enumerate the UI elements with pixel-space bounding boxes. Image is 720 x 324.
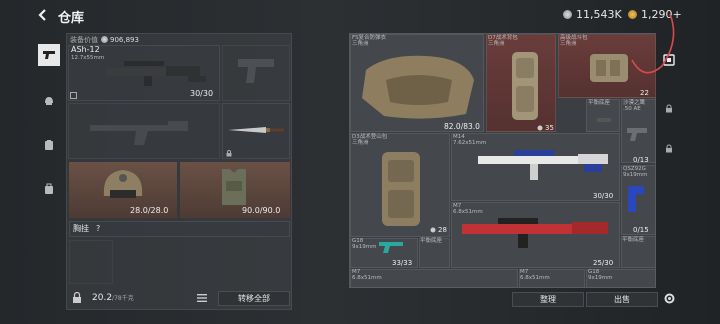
rifle-m7-icon — [462, 218, 608, 248]
pistol-icon — [627, 128, 647, 141]
chest-rig-help-icon[interactable]: ? — [96, 225, 100, 233]
item-grade: 三角洲 — [488, 41, 505, 47]
item-caliber: .50 AE — [623, 106, 641, 112]
lock-icon — [226, 150, 232, 157]
lock-icon — [73, 292, 81, 303]
page-title: 仓库 — [58, 11, 85, 26]
chest-rig-slot[interactable] — [69, 221, 290, 237]
loadout-value-label: 装备价值 — [70, 36, 98, 44]
backpack-icon — [512, 52, 538, 120]
back-arrow-icon[interactable] — [36, 8, 50, 22]
rifle-m14-icon — [478, 150, 608, 180]
weight-icon — [537, 125, 543, 131]
item-caliber: 6.8x51mm — [520, 275, 550, 281]
list-view-icon[interactable] — [197, 294, 207, 302]
helmet-durability: 28.0/28.0 — [130, 206, 169, 215]
item-count: 35 — [545, 124, 554, 132]
item-count: 0/15 — [633, 226, 649, 234]
item-count: 22 — [640, 89, 649, 97]
tab-weapons[interactable] — [38, 44, 60, 66]
item-caliber: 9x19mm — [623, 172, 648, 178]
annotation-circle — [631, 13, 675, 74]
tab-armor[interactable] — [38, 134, 60, 156]
pistol-placeholder-icon — [238, 59, 274, 83]
body-armor-icon — [222, 169, 246, 205]
combat-armor-icon — [362, 55, 474, 119]
sort-button[interactable]: 整理 — [512, 292, 584, 307]
pistol-icon — [379, 242, 403, 253]
item-grade: 三角洲 — [352, 41, 369, 47]
transfer-all-button[interactable]: 转移全部 — [218, 291, 290, 306]
loadout-value: 906,893 — [110, 36, 139, 44]
silver-coin-icon — [563, 10, 572, 19]
knife-icon — [228, 127, 284, 133]
primary-weapon-name: ASh-12 — [71, 45, 100, 54]
item-count: 28 — [438, 226, 447, 234]
helmet-icon — [103, 170, 143, 198]
item-name: 平衡底座 — [420, 238, 443, 244]
silver-currency: 11,543K — [563, 8, 622, 21]
item-ammo: 30/30 — [593, 192, 614, 200]
vest-icon — [45, 140, 53, 150]
item-name: 平衡底座 — [588, 100, 611, 106]
primary-weapon-ammo: 30/30 — [190, 89, 214, 98]
lock-icon — [666, 104, 672, 113]
helmet-icon — [45, 97, 53, 105]
item-grade: 三角洲 — [560, 41, 577, 47]
attachment-icon — [70, 92, 77, 99]
rifle-ash12-icon — [106, 61, 206, 86]
mount-icon — [597, 118, 611, 122]
armor-durability: 90.0/90.0 — [242, 206, 281, 215]
item-count: 0/13 — [633, 156, 649, 164]
pistol-icon — [628, 186, 644, 212]
item-name: 平衡底座 — [622, 237, 645, 243]
lock-icon — [666, 144, 672, 153]
primary-weapon-caliber: 12.7x55mm — [71, 55, 105, 61]
tab-helmet[interactable] — [38, 90, 60, 112]
item-caliber: 6.8x51mm — [352, 275, 382, 281]
pouch-slot[interactable] — [69, 240, 113, 284]
bag-icon — [45, 183, 53, 194]
item-caliber: 9x19mm — [588, 275, 613, 281]
weight-readout: 20.2/78千克 — [92, 293, 134, 303]
item-caliber: 9x19mm — [352, 244, 377, 250]
backpack-icon — [382, 152, 420, 226]
item-ammo: 25/30 — [593, 259, 614, 267]
sell-button[interactable]: 出售 — [586, 292, 658, 307]
item-ammo: 33/33 — [392, 259, 413, 267]
item-durability: 82.0/83.0 — [444, 122, 480, 131]
tab-backpack[interactable] — [38, 178, 60, 200]
settings-gear-icon[interactable] — [663, 292, 676, 305]
value-coin-icon — [101, 36, 108, 43]
chest-rig-label: 胸挂 — [73, 224, 89, 233]
pistol-icon — [43, 51, 55, 59]
weight-icon — [430, 227, 436, 233]
item-grade: 三角洲 — [352, 140, 369, 146]
rifle-placeholder-icon — [90, 121, 188, 145]
